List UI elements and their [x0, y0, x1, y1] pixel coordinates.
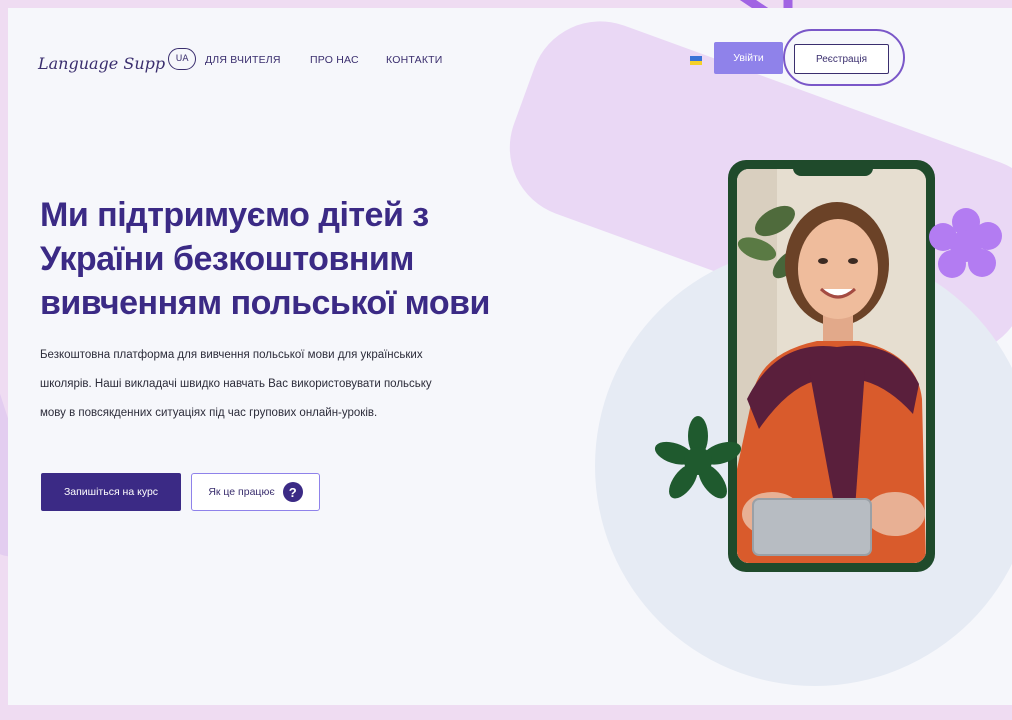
hero-headline: Ми підтримуємо дітей з України безкоштов… — [40, 196, 490, 322]
logo-text: Language Supp — [38, 53, 166, 73]
ukraine-flag-icon[interactable] — [690, 56, 702, 65]
logo[interactable]: Language Supp UA — [38, 48, 197, 74]
question-circle-icon: ? — [282, 482, 303, 502]
phone-notch — [793, 160, 873, 176]
how-it-works-button[interactable]: Як це працює ? — [191, 473, 320, 511]
enroll-course-button[interactable]: Запишіться на курс — [41, 473, 181, 511]
nav-link-for-teachers[interactable]: ДЛЯ ВЧИТЕЛЯ — [205, 54, 281, 66]
student-photo — [737, 169, 926, 563]
flower-icon — [929, 208, 1002, 278]
website-frame: Language Supp UA ДЛЯ ВЧИТЕЛЯ ПРО НАС КОН… — [8, 8, 1012, 705]
how-it-works-label: Як це працює — [208, 486, 275, 498]
register-button[interactable]: Реєстрація — [794, 44, 889, 74]
nav-link-about[interactable]: ПРО НАС — [310, 54, 359, 66]
nav-link-contacts[interactable]: КОНТАКТИ — [386, 54, 443, 66]
logo-badge: UA — [168, 48, 197, 70]
hero-description: Безкоштовна платформа для вивчення польс… — [40, 349, 432, 419]
phone-mockup — [728, 160, 935, 572]
flower-icon — [654, 416, 742, 499]
login-button[interactable]: Увійти — [714, 42, 783, 74]
top-navigation: Language Supp UA ДЛЯ ВЧИТЕЛЯ ПРО НАС КОН… — [8, 8, 1012, 103]
phone-screen — [737, 169, 926, 563]
